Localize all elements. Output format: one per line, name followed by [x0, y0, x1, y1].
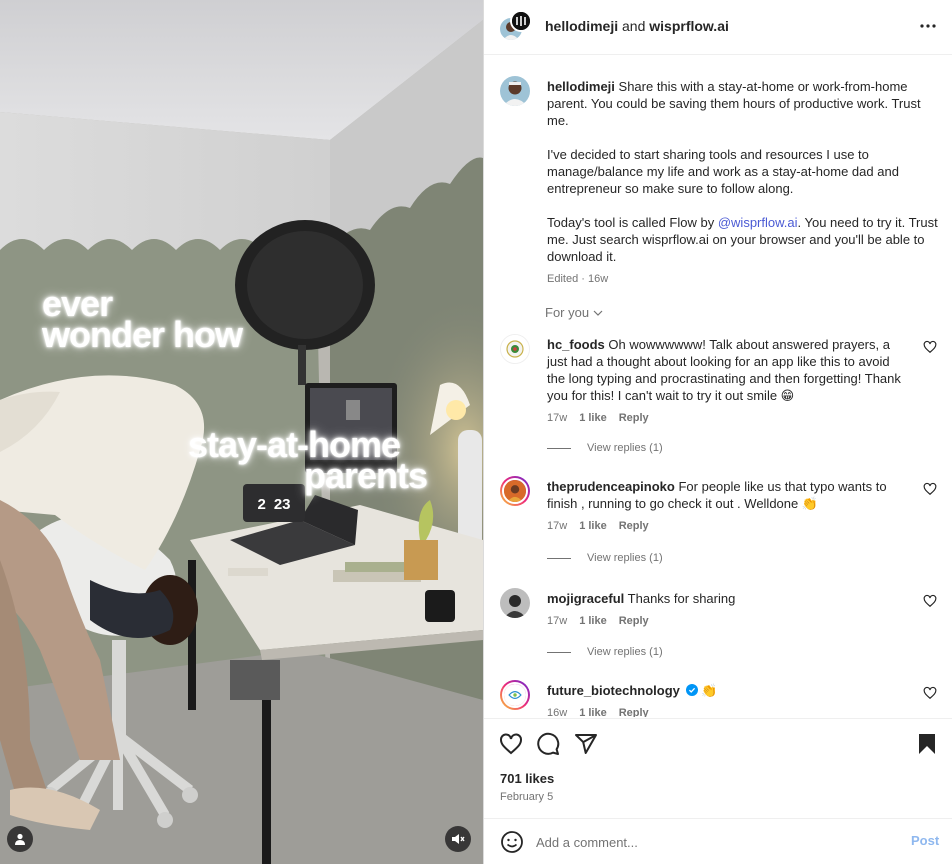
replies-divider [547, 651, 571, 653]
mute-button[interactable] [445, 826, 471, 852]
view-replies-label: View replies (1) [587, 646, 663, 658]
comment-likes[interactable]: 1 like [579, 613, 607, 630]
view-replies-button[interactable]: View replies (1) [547, 552, 663, 564]
comment-reply-button[interactable]: Reply [619, 518, 649, 535]
verified-badge-icon [685, 684, 698, 696]
comment-meta: 16w 1 like Reply [547, 705, 902, 717]
comment-avatar-theprudenceapinoko[interactable] [500, 476, 530, 506]
caption-avatar[interactable] [500, 76, 530, 106]
comment-reply-button[interactable]: Reply [619, 410, 649, 427]
replies-divider [547, 557, 571, 559]
comment-sort-label: For you [545, 305, 590, 320]
caption-paragraph-2: I've decided to start sharing tools and … [547, 147, 899, 196]
comment-likes[interactable]: 1 like [579, 705, 607, 717]
share-icon[interactable] [574, 732, 598, 756]
view-replies-label: View replies (1) [587, 442, 663, 454]
author-link-hellodimeji[interactable]: hellodimeji [545, 18, 618, 34]
comment-icon[interactable] [536, 732, 560, 756]
more-horizontal-icon [920, 24, 936, 28]
comment-like-heart-icon[interactable] [923, 686, 937, 700]
view-replies-button[interactable]: View replies (1) [547, 442, 663, 454]
comment-text: 👏 [697, 683, 718, 698]
post-date: February 5 [500, 791, 554, 803]
comment-body: theprudenceapinoko For people like us th… [547, 478, 902, 535]
clock-hour: 2 [257, 495, 266, 513]
user-tag-button[interactable] [7, 826, 33, 852]
comment-body: mojigraceful Thanks for sharing 17w 1 li… [547, 590, 902, 630]
comment-like-heart-icon[interactable] [923, 340, 937, 354]
comment-body: future_biotechnology 👏 16w 1 like Reply [547, 682, 902, 717]
comment-username[interactable]: mojigraceful [547, 591, 624, 606]
bookmark-icon[interactable] [915, 732, 939, 756]
heart-icon[interactable] [499, 732, 523, 756]
overlay-text-wonder-how: wonder how [42, 314, 243, 355]
comment-username[interactable]: hc_foods [547, 337, 605, 352]
replies-divider [547, 447, 571, 449]
emoji-icon[interactable] [500, 830, 524, 854]
tablet-clock: 2 23 [246, 489, 302, 519]
comment-age: 17w [547, 615, 568, 627]
comment-meta: 17w 1 like Reply [547, 410, 902, 427]
caption-body: hellodimeji Share this with a stay-at-ho… [547, 78, 942, 288]
comment-meta: 17w 1 like Reply [547, 613, 902, 630]
view-replies-button[interactable]: View replies (1) [547, 646, 663, 658]
post-side-panel: hellodimeji and wisprflow.ai hellodimeji… [483, 0, 952, 864]
post-authors: hellodimeji and wisprflow.ai [545, 18, 729, 34]
author-link-wisprflow[interactable]: wisprflow.ai [649, 18, 729, 34]
caption-meta: Edited · 16w [547, 273, 609, 285]
overlay-text-parents: parents [304, 455, 428, 496]
post-actions-bar: 701 likes February 5 [484, 718, 952, 818]
post-header: hellodimeji and wisprflow.ai [484, 0, 952, 55]
comments-scroll-area[interactable]: hellodimeji Share this with a stay-at-ho… [484, 56, 952, 717]
post-comment-button[interactable]: Post [911, 833, 939, 848]
comment-username[interactable]: future_biotechnology [547, 683, 680, 698]
comment-sort-dropdown[interactable]: For you [545, 305, 603, 320]
caption-paragraph-3-start: Today's tool is called Flow by [547, 215, 718, 230]
comment-like-heart-icon[interactable] [923, 482, 937, 496]
comment-body: hc_foods Oh wowwwwww! Talk about answere… [547, 336, 902, 427]
comment-meta: 17w 1 like Reply [547, 518, 902, 535]
user-tag-icon [15, 833, 25, 845]
post-video[interactable]: ever wonder how stay-at-home parents 2 2… [0, 0, 483, 864]
comment-age: 17w [547, 520, 568, 532]
comment-input[interactable] [536, 831, 886, 853]
comment-likes[interactable]: 1 like [579, 518, 607, 535]
comment-avatar-hc-foods[interactable] [500, 334, 530, 364]
mention-wisprflow[interactable]: @wisprflow.ai [718, 215, 798, 230]
comment-avatar-future-biotechnology[interactable] [500, 680, 530, 710]
clock-minutes: 23 [273, 495, 291, 513]
comment-avatar-mojigraceful[interactable] [500, 588, 530, 618]
comment-username[interactable]: theprudenceapinoko [547, 479, 675, 494]
likes-count[interactable]: 701 likes [500, 771, 554, 786]
comment-age: 16w [547, 707, 568, 717]
mute-icon [452, 834, 465, 844]
comment-reply-button[interactable]: Reply [619, 705, 649, 717]
caption-username[interactable]: hellodimeji [547, 79, 615, 94]
comment-reply-button[interactable]: Reply [619, 613, 649, 630]
comment-likes[interactable]: 1 like [579, 410, 607, 427]
add-comment-bar: Post [484, 818, 952, 864]
avatar-wisprflow[interactable] [510, 10, 532, 32]
chevron-down-icon [593, 310, 603, 316]
comment-like-heart-icon[interactable] [923, 594, 937, 608]
comment-text: Thanks for sharing [624, 591, 736, 606]
collab-avatars[interactable] [498, 10, 532, 44]
comment-age: 17w [547, 412, 568, 424]
view-replies-label: View replies (1) [587, 552, 663, 564]
more-options-button[interactable] [916, 14, 940, 38]
authors-connector: and [618, 18, 650, 34]
